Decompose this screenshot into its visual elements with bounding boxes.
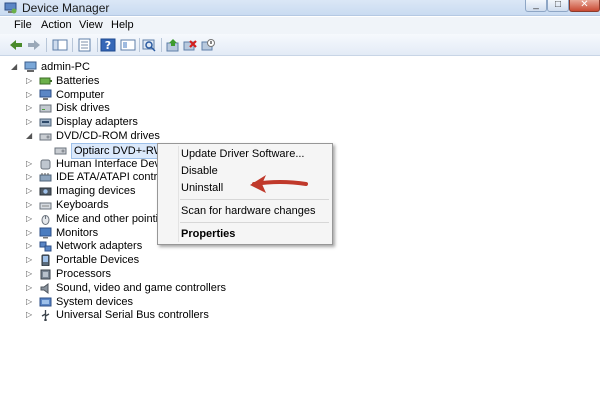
camera-icon [39, 187, 52, 196]
tree-item-sound-video-and-game-controllers-label: Sound, video and game controllers [56, 281, 226, 294]
view-icon[interactable] [120, 38, 136, 52]
title-bar: Device Manager _ □ ✕ [0, 0, 600, 16]
menu-view[interactable]: View [79, 19, 103, 31]
tree-item-portable-devices-label: Portable Devices [56, 254, 140, 267]
expand-arrow-icon[interactable]: ▷ [26, 159, 34, 168]
mouse-icon [41, 214, 50, 225]
collapse-arrow-icon[interactable]: ◢ [11, 62, 19, 71]
tree-item-network-adapters-label: Network adapters [56, 240, 143, 253]
expand-arrow-icon[interactable]: ▷ [26, 103, 34, 112]
system-device-icon [39, 297, 52, 307]
update-driver-icon[interactable] [165, 38, 181, 52]
expand-arrow-icon[interactable]: ▷ [26, 255, 34, 264]
tree-item-batteries-label: Batteries [56, 74, 100, 87]
tree-item-system-devices-label: System devices [56, 295, 134, 308]
disable-device-icon[interactable] [200, 38, 216, 52]
disk-drive-icon [39, 104, 52, 113]
dvd-drive-icon [39, 133, 52, 141]
tree-item-processors-label: Processors [56, 268, 112, 280]
processor-icon [40, 269, 51, 280]
tree-item-display-adapters-label: Display adapters [56, 116, 138, 129]
uninstall-item[interactable]: Uninstall [181, 182, 223, 194]
toolbar: ? [0, 34, 600, 56]
tree-item-computer-label: Computer [56, 88, 105, 101]
help-icon[interactable]: ? [100, 38, 116, 52]
display-adapter-icon [39, 118, 52, 127]
back-icon[interactable] [8, 38, 24, 52]
dvd-drive-icon [54, 147, 67, 155]
tree-item-monitors-label: Monitors [56, 226, 99, 239]
uninstall-icon[interactable] [182, 38, 198, 52]
expand-arrow-icon[interactable]: ▷ [26, 117, 34, 126]
scan-hardware-icon[interactable] [141, 38, 157, 52]
device-manager-icon [4, 2, 17, 14]
computer-icon [39, 89, 52, 100]
expand-arrow-icon[interactable]: ▷ [26, 200, 34, 209]
ide-controller-icon [39, 173, 52, 182]
disable-item[interactable]: Disable [181, 165, 218, 177]
collapse-arrow-icon[interactable]: ◢ [26, 131, 34, 140]
tree-item-universal-serial-bus-controllers-label: Universal Serial Bus controllers [56, 309, 209, 322]
menu-file[interactable]: File [14, 19, 32, 31]
expand-arrow-icon[interactable]: ▷ [26, 172, 34, 181]
keyboard-icon [39, 202, 52, 210]
menu-bar: File Action View Help [0, 17, 600, 34]
monitor-icon [39, 227, 52, 239]
usb-icon [41, 310, 50, 322]
properties-item[interactable]: Properties [181, 228, 235, 240]
menu-action[interactable]: Action [41, 19, 72, 31]
expand-arrow-icon[interactable]: ▷ [26, 228, 34, 237]
tree-item-keyboards-label: Keyboards [56, 199, 109, 211]
expand-arrow-icon[interactable]: ▷ [26, 297, 34, 306]
battery-icon [39, 77, 52, 85]
window-title: Device Manager [22, 1, 110, 15]
minimize-button[interactable]: _ [525, 0, 547, 12]
svg-text:?: ? [105, 39, 111, 52]
expand-arrow-icon[interactable]: ▷ [26, 241, 34, 250]
expand-arrow-icon[interactable]: ▷ [26, 76, 34, 85]
tree-item-mice-and-other-pointing-label: Mice and other pointing [56, 212, 171, 225]
computer-root-icon [24, 61, 37, 72]
forward-icon[interactable] [26, 38, 42, 52]
tree-item-imaging-devices-label: Imaging devices [56, 185, 136, 198]
annotation-arrow-icon [250, 175, 308, 193]
expand-arrow-icon[interactable]: ▷ [26, 186, 34, 195]
show-hide-console-tree-icon[interactable] [52, 38, 68, 52]
sound-icon [40, 282, 49, 294]
tree-item-disk-drives-label: Disk drives [56, 102, 110, 115]
hid-icon [40, 159, 51, 170]
expand-arrow-icon[interactable]: ▷ [26, 90, 34, 99]
scan-for-hardware-changes-item[interactable]: Scan for hardware changes [181, 205, 316, 217]
menu-help[interactable]: Help [111, 19, 134, 31]
properties-icon[interactable] [77, 38, 93, 52]
tree-item-dvd-cd-rom-drives-label: DVD/CD-ROM drives [56, 130, 160, 142]
portable-device-icon [41, 254, 50, 267]
network-icon [39, 241, 52, 252]
expand-arrow-icon[interactable]: ▷ [26, 214, 34, 223]
update-driver-software-item[interactable]: Update Driver Software... [181, 148, 305, 160]
close-button[interactable]: ✕ [569, 0, 600, 12]
expand-arrow-icon[interactable]: ▷ [26, 310, 34, 319]
maximize-button[interactable]: □ [547, 0, 569, 12]
tree-root-label: admin-PC [41, 61, 90, 73]
expand-arrow-icon[interactable]: ▷ [26, 269, 34, 278]
expand-arrow-icon[interactable]: ▷ [26, 283, 34, 292]
